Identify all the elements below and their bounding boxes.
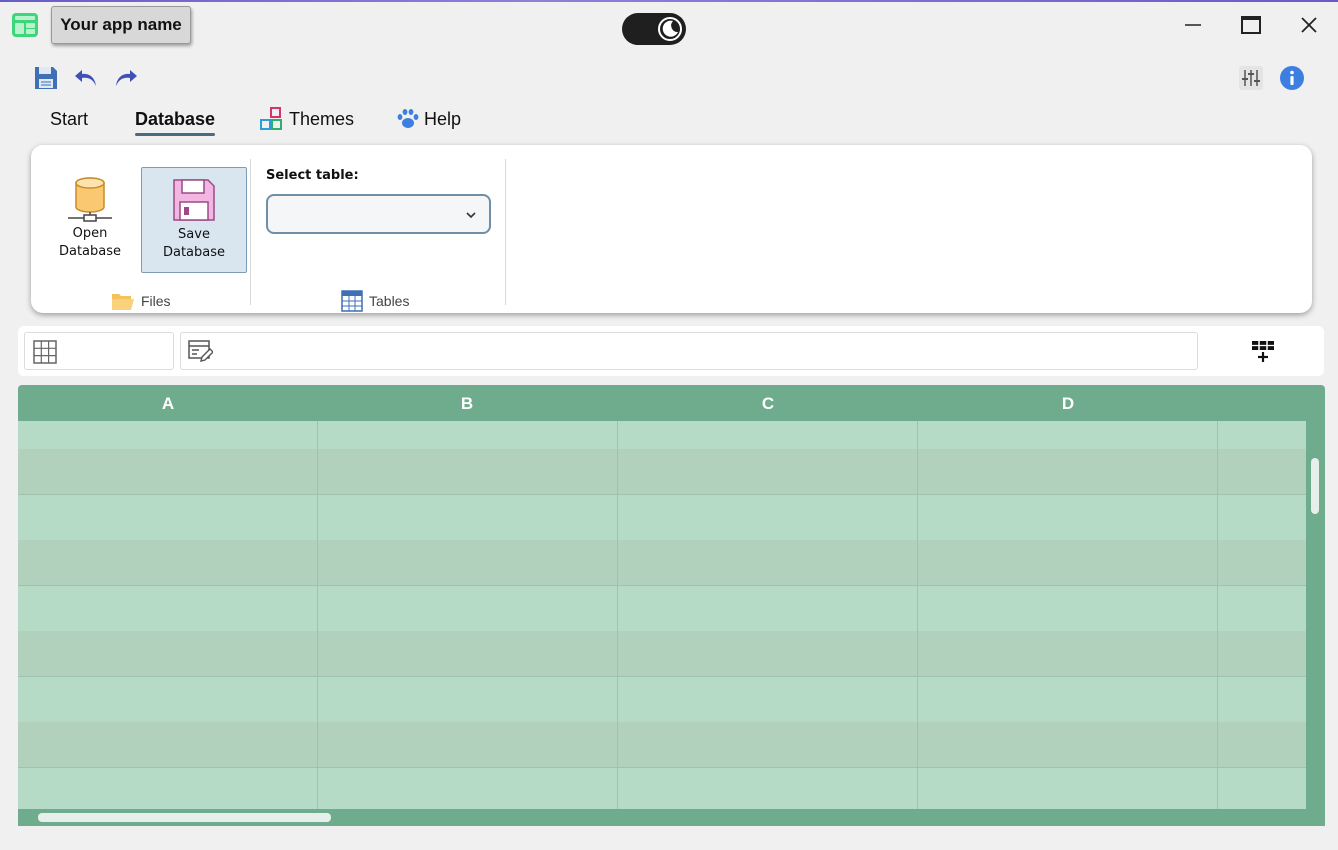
edit-table-icon	[188, 340, 213, 362]
tab-start[interactable]: Start	[50, 104, 88, 134]
theme-toggle[interactable]	[622, 13, 686, 45]
column-header-c[interactable]: C	[618, 385, 918, 421]
table-row[interactable]	[18, 585, 1306, 631]
maximize-icon[interactable]	[1236, 10, 1266, 40]
table-row[interactable]	[18, 449, 1306, 494]
window-top-border	[0, 0, 1338, 2]
tab-help-label: Help	[424, 109, 462, 129]
redo-icon[interactable]	[112, 64, 140, 92]
data-grid: A B C D	[18, 385, 1325, 826]
table-row[interactable]	[18, 494, 1306, 540]
themes-icon	[260, 107, 282, 130]
column-header-a[interactable]: A	[18, 385, 318, 421]
tab-database[interactable]: Database	[135, 104, 216, 136]
app-name-button[interactable]: Your app name	[51, 6, 191, 44]
tables-group-label: Tables	[341, 290, 409, 312]
files-group-text: Files	[141, 293, 171, 309]
save-database-button[interactable]: Save Database	[141, 167, 247, 273]
column-divider	[1217, 421, 1218, 809]
table-row[interactable]	[18, 722, 1306, 767]
select-table-dropdown[interactable]	[266, 194, 491, 234]
select-table-label: Select table:	[266, 168, 359, 183]
chevron-down-icon	[466, 212, 476, 219]
undo-icon[interactable]	[72, 64, 100, 92]
column-divider	[617, 421, 618, 809]
vertical-scrollbar[interactable]	[1311, 458, 1319, 514]
row-divider	[18, 585, 1306, 586]
table-row[interactable]	[18, 631, 1306, 676]
add-column-icon[interactable]	[1250, 338, 1276, 364]
sliders-icon[interactable]	[1237, 64, 1265, 92]
database-icon	[68, 177, 112, 222]
minimize-icon[interactable]	[1178, 10, 1208, 40]
table-icon	[341, 290, 363, 312]
column-divider	[317, 421, 318, 809]
table-row[interactable]	[18, 676, 1306, 722]
open-database-label-1: Open	[72, 226, 108, 241]
filter-input[interactable]	[180, 332, 1198, 370]
close-icon[interactable]	[1294, 10, 1324, 40]
ribbon-panel: Open Database Save Database Files Select…	[31, 145, 1312, 313]
app-icon	[12, 13, 38, 37]
open-database-button[interactable]: Open Database	[37, 167, 143, 273]
paw-icon	[397, 109, 419, 128]
column-header-b[interactable]: B	[317, 385, 617, 421]
filter-bar	[18, 326, 1324, 376]
tab-help[interactable]: Help	[396, 104, 461, 134]
horizontal-scrollbar[interactable]	[38, 813, 331, 822]
grid-view-button[interactable]	[24, 332, 174, 370]
row-divider	[18, 767, 1306, 768]
save-icon[interactable]	[32, 64, 60, 92]
row-divider	[18, 676, 1306, 677]
save-database-label-2: Database	[162, 245, 226, 260]
tables-group-text: Tables	[369, 293, 410, 309]
table-row[interactable]	[18, 767, 1306, 809]
grid-icon	[33, 340, 57, 364]
grid-rows[interactable]	[18, 421, 1306, 809]
column-header-d[interactable]: D	[918, 385, 1218, 421]
ribbon-separator	[250, 159, 251, 305]
floppy-disk-icon	[173, 179, 215, 221]
files-group-label: Files	[111, 291, 171, 311]
open-database-label-2: Database	[58, 244, 122, 259]
row-divider	[18, 494, 1306, 495]
folder-icon	[112, 294, 134, 310]
table-row[interactable]	[18, 540, 1306, 585]
tab-themes-label: Themes	[289, 109, 355, 129]
info-icon[interactable]	[1278, 64, 1306, 92]
moon-icon	[656, 15, 684, 43]
save-database-label-1: Save	[178, 227, 210, 242]
column-divider	[917, 421, 918, 809]
tab-themes[interactable]: Themes	[259, 104, 354, 134]
ribbon-separator	[505, 159, 506, 305]
